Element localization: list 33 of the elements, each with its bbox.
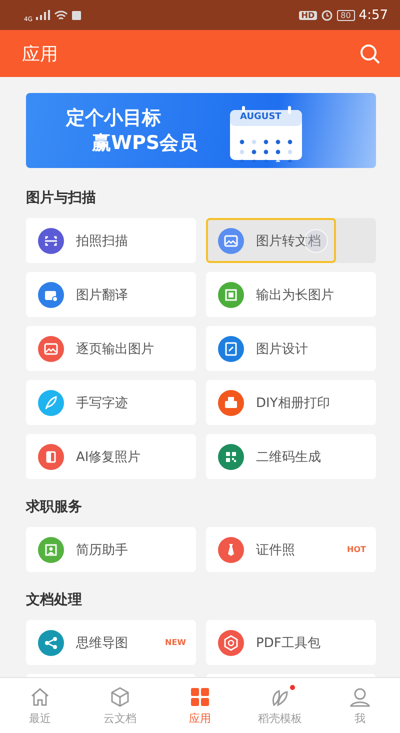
square-icon — [72, 10, 82, 20]
battery-icon: 80 — [336, 10, 355, 20]
tag-label: HOT — [347, 545, 366, 554]
hd-label: HD — [299, 10, 317, 20]
pressed-highlight — [332, 218, 376, 263]
tag-label: NEW — [165, 638, 186, 647]
grid-icon — [188, 685, 212, 709]
app-tile[interactable]: 拍照扫描 — [26, 218, 196, 263]
section-title: 图片与扫描 — [26, 189, 97, 207]
app-tile[interactable]: 证件照 HOT — [206, 527, 376, 572]
app-tile[interactable]: 输出为长图片 — [206, 272, 376, 317]
alarm-icon — [320, 9, 333, 21]
app-tile[interactable]: 图片翻译 — [26, 272, 196, 317]
app-tile[interactable]: 图片转文档 — [206, 218, 336, 263]
app-tile[interactable]: AI修复照片 — [26, 434, 196, 479]
page-title: 应用 — [22, 42, 59, 66]
search-icon[interactable] — [360, 44, 380, 64]
wifi-icon — [54, 10, 68, 20]
calendar-month: AUGUST — [240, 112, 282, 122]
banner-headline: 定个小目标 — [66, 106, 162, 130]
app-tile[interactable]: 逐页输出图片 — [26, 326, 196, 371]
app-tile[interactable]: DIY相册打印 — [206, 380, 376, 425]
section-title: 求职服务 — [26, 498, 83, 516]
app-tile[interactable]: 图片设计 — [206, 326, 376, 371]
banner-headline: 赢WPS会员 — [91, 130, 199, 156]
app-tile[interactable]: 思维导图 NEW — [26, 620, 196, 665]
signal-icon — [36, 10, 50, 20]
app-tile[interactable]: 手写字迹 — [26, 380, 196, 425]
section-title: 文档处理 — [26, 591, 83, 609]
app-tile[interactable]: PDF工具包 — [206, 620, 376, 665]
app-tile[interactable]: 二维码生成 — [206, 434, 376, 479]
clock-time: 4:57 — [358, 8, 388, 22]
app-tile[interactable]: 简历助手 — [26, 527, 196, 572]
